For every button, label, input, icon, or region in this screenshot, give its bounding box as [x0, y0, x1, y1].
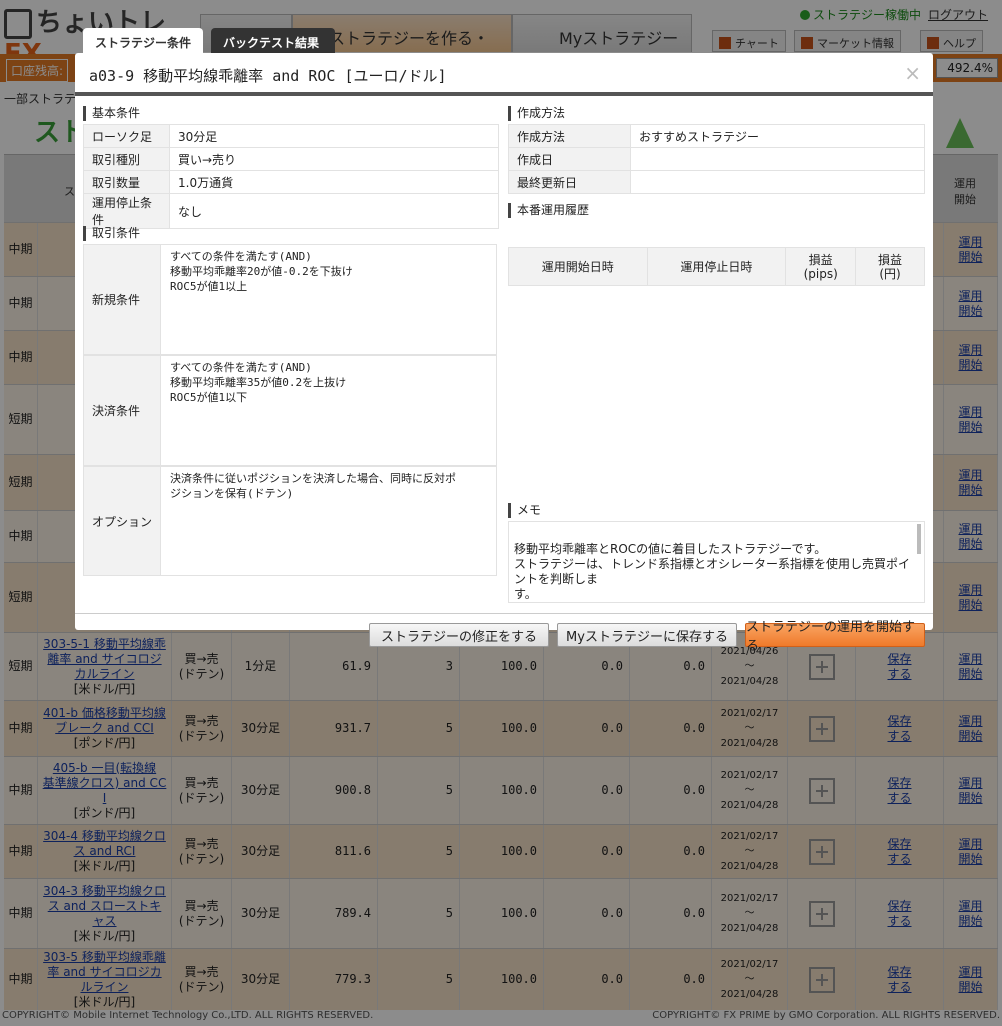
- title-divider: [75, 92, 933, 96]
- tab-strategy-conditions[interactable]: ストラテジー条件: [83, 28, 203, 54]
- creation-method-heading: 作成方法: [508, 106, 565, 121]
- modal-footer-divider: [75, 613, 933, 614]
- memo-scrollbar[interactable]: [917, 524, 921, 554]
- save-to-my-strategy-label: Myストラテジーに保存する: [566, 629, 728, 645]
- basic-row: 取引数量 1.0万通貨: [83, 170, 499, 194]
- edit-strategy-button[interactable]: ストラテジーの修正をする: [369, 623, 549, 647]
- history-col-stop: 運用停止日時: [646, 247, 787, 286]
- history-col-yen: 損益 (円): [855, 247, 925, 286]
- basic-row: ローソク足 30分足: [83, 124, 499, 148]
- creation-row: 作成方法 おすすめストラテジー: [508, 124, 925, 148]
- creation-value: おすすめストラテジー: [630, 124, 925, 148]
- trade-conditions-heading: 取引条件: [83, 226, 140, 241]
- basic-conditions-heading: 基本条件: [83, 106, 140, 121]
- start-strategy-label: ストラテジーの運用を開始する: [746, 620, 916, 654]
- tab-backtest-results[interactable]: バックテスト結果: [211, 28, 335, 54]
- basic-value: 買い→売り: [169, 147, 499, 171]
- creation-value: [630, 147, 925, 171]
- trade-condition-value: すべての条件を満たす(AND) 移動平均乖離率20が値-0.2を下抜け ROC5…: [170, 250, 353, 293]
- memo-heading: メモ: [508, 503, 541, 518]
- basic-row: 取引種別 買い→売り: [83, 147, 499, 171]
- live-history-heading: 本番運用履歴: [508, 203, 589, 218]
- start-strategy-button[interactable]: ストラテジーの運用を開始する: [745, 620, 925, 654]
- memo-text: 移動平均乖離率とROCの値に着目したストラテジーです。 ストラテジーは、トレンド…: [514, 542, 911, 601]
- basic-value: 30分足: [169, 124, 499, 148]
- trade-condition-key: 決済条件: [84, 356, 161, 465]
- creation-method-table: 作成方法 おすすめストラテジー 作成日 最終更新日: [508, 124, 925, 194]
- creation-key: 最終更新日: [508, 170, 631, 194]
- save-to-my-strategy-button[interactable]: Myストラテジーに保存する: [557, 623, 737, 647]
- tab-backtest-label: バックテスト結果: [223, 36, 320, 50]
- basic-conditions-table: ローソク足 30分足 取引種別 買い→売り 取引数量 1.0万通貨 運用停止条件 なし: [83, 124, 499, 229]
- creation-row: 最終更新日: [508, 170, 925, 194]
- history-col-pips: 損益 (pips): [785, 247, 857, 286]
- creation-key: 作成方法: [508, 124, 631, 148]
- creation-value: [630, 170, 925, 194]
- edit-strategy-label: ストラテジーの修正をする: [380, 629, 537, 645]
- basic-key: 運用停止条件: [83, 193, 170, 229]
- trade-condition-value: 決済条件に従いポジションを決済した場合、同時に反対ポ ジションを保有(ドテン): [170, 472, 456, 500]
- basic-key: 取引数量: [83, 170, 170, 194]
- trade-condition-value: すべての条件を満たす(AND) 移動平均乖離率35が値0.2を上抜け ROC5が…: [170, 361, 347, 404]
- modal-title: a03-9 移動平均線乖離率 and ROC [ユーロ/ドル]: [89, 67, 447, 85]
- trade-condition-key: 新規条件: [84, 245, 161, 354]
- modal-body: a03-9 移動平均線乖離率 and ROC [ユーロ/ドル] × 基本条件 ロ…: [75, 53, 933, 654]
- trade-condition-key: オプション: [84, 467, 161, 575]
- close-icon[interactable]: ×: [904, 61, 921, 85]
- creation-row: 作成日: [508, 147, 925, 171]
- basic-value: 1.0万通貨: [169, 170, 499, 194]
- trade-condition-row: 決済条件 すべての条件を満たす(AND) 移動平均乖離率35が値0.2を上抜け R…: [83, 355, 497, 466]
- live-history-table: 運用開始日時 運用停止日時 損益 (pips) 損益 (円): [508, 247, 925, 286]
- trade-condition-row: 新規条件 すべての条件を満たす(AND) 移動平均乖離率20が値-0.2を下抜け …: [83, 244, 497, 355]
- basic-value: なし: [169, 193, 499, 229]
- basic-row: 運用停止条件 なし: [83, 193, 499, 229]
- memo-box[interactable]: 移動平均乖離率とROCの値に着目したストラテジーです。 ストラテジーは、トレンド…: [508, 521, 925, 603]
- history-col-start: 運用開始日時: [508, 247, 648, 286]
- strategy-detail-modal: ストラテジー条件 バックテスト結果 a03-9 移動平均線乖離率 and ROC…: [75, 28, 933, 654]
- creation-key: 作成日: [508, 147, 631, 171]
- basic-key: 取引種別: [83, 147, 170, 171]
- tab-conditions-label: ストラテジー条件: [95, 36, 192, 50]
- trade-condition-row: オプション 決済条件に従いポジションを決済した場合、同時に反対ポ ジションを保有(…: [83, 466, 497, 576]
- basic-key: ローソク足: [83, 124, 170, 148]
